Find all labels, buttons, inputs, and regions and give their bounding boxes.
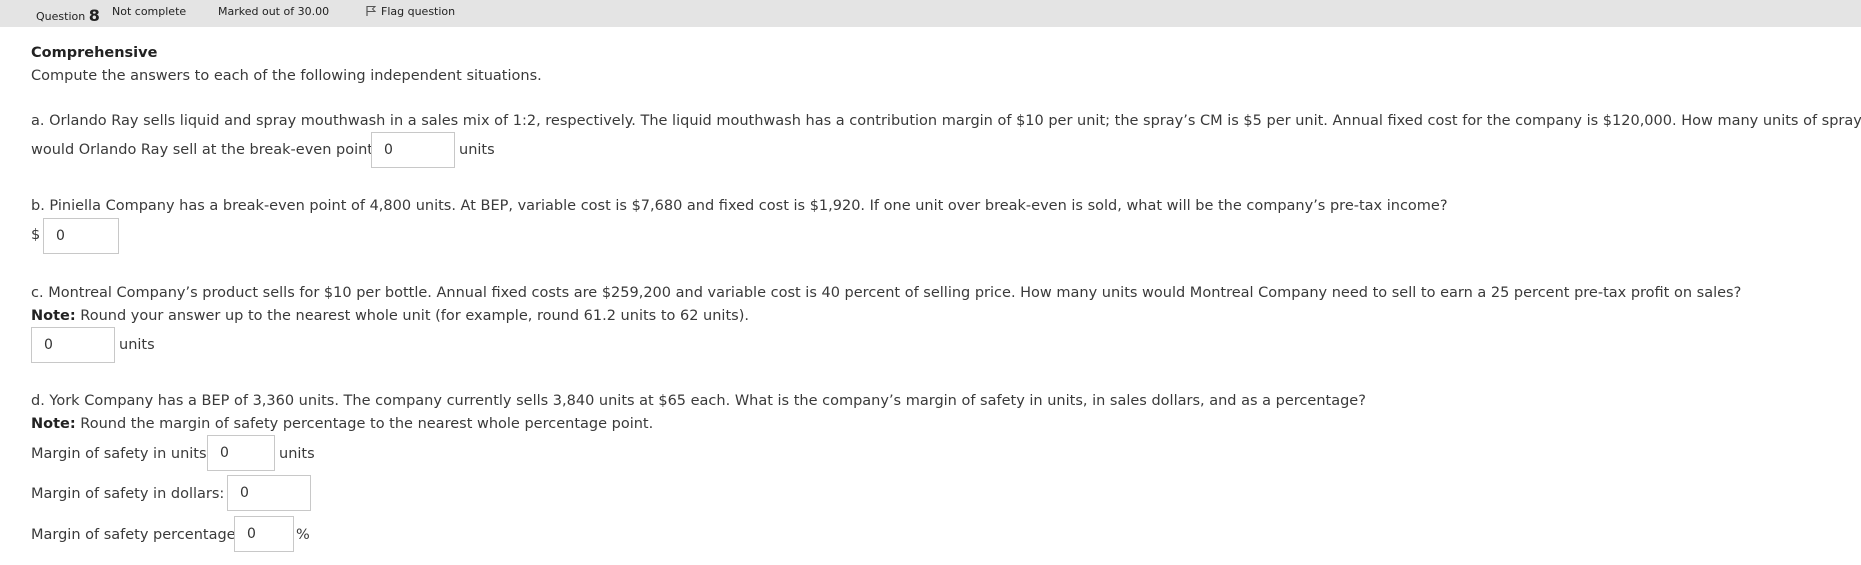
- part-d-note-text: Round the margin of safety percentage to…: [80, 416, 654, 432]
- question-label: Question: [36, 10, 86, 23]
- part-d-text: d. York Company has a BEP of 3,360 units…: [31, 393, 1366, 409]
- margin-dollars-label: Margin of safety in dollars: $: [31, 486, 239, 502]
- part-b-text: b. Piniella Company has a break-even poi…: [31, 198, 1448, 214]
- part-b-answer-input[interactable]: [43, 218, 119, 254]
- question-intro: Compute the answers to each of the follo…: [31, 68, 542, 84]
- margin-units-unit: units: [279, 446, 315, 462]
- part-c-note: Note: Round your answer up to the neares…: [31, 308, 749, 324]
- margin-percent-unit: %: [296, 527, 310, 543]
- question-title: Comprehensive: [31, 45, 158, 61]
- question-marks: Marked out of 30.00: [218, 5, 330, 18]
- margin-percent-label: Margin of safety percentage:: [31, 527, 241, 543]
- part-a-text-line2: would Orlando Ray sell at the break-even…: [31, 142, 381, 158]
- margin-dollars-input[interactable]: [227, 475, 311, 511]
- question-number-value: 8: [88, 6, 100, 25]
- part-d-note-label: Note:: [31, 416, 76, 432]
- flag-question-label: Flag question: [381, 5, 456, 18]
- flag-question-button[interactable]: Flag question: [365, 5, 455, 18]
- part-b-currency: $: [31, 227, 41, 243]
- part-c-note-label: Note:: [31, 308, 76, 324]
- question-info-bar: Question 8 Not complete Marked out of 30…: [0, 0, 1861, 27]
- part-a-text-line1: a. Orlando Ray sells liquid and spray mo…: [31, 113, 1861, 129]
- part-d-note: Note: Round the margin of safety percent…: [31, 416, 653, 432]
- part-c-answer-input[interactable]: [31, 327, 115, 363]
- margin-units-label: Margin of safety in units:: [31, 446, 212, 462]
- flag-icon: [366, 6, 377, 16]
- part-a-answer-input[interactable]: [371, 132, 455, 168]
- question-status: Not complete: [112, 5, 187, 18]
- margin-units-input[interactable]: [207, 435, 275, 471]
- question-number: Question 8: [36, 5, 100, 25]
- part-c-unit: units: [119, 337, 155, 353]
- margin-percent-input[interactable]: [234, 516, 294, 552]
- part-c-text: c. Montreal Company’s product sells for …: [31, 285, 1742, 301]
- part-a-unit: units: [459, 142, 495, 158]
- part-c-note-text: Round your answer up to the nearest whol…: [80, 308, 749, 324]
